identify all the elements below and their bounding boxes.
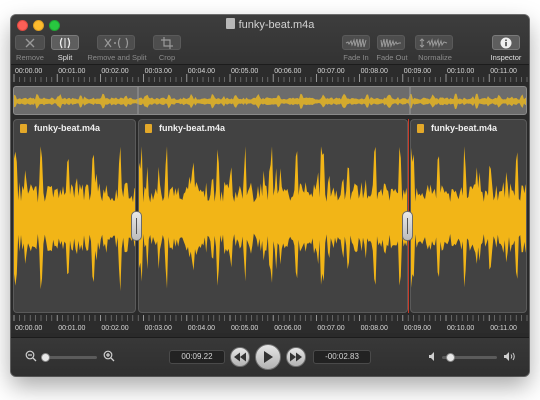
overview-strip[interactable] — [13, 86, 527, 115]
fade-out-icon — [380, 38, 401, 48]
ruler-ticks: 00:00.00 00:01.00 00:02.00 00:03.00 00:04.00… — [13, 315, 528, 332]
remove-and-split-button[interactable] — [97, 35, 135, 50]
zoom-slider-knob[interactable] — [41, 353, 50, 362]
rewind-icon — [234, 352, 246, 362]
ruler-tick-label: 00:00.00 — [15, 325, 42, 332]
rewind-button[interactable] — [230, 347, 250, 367]
normalize-label: Normalize — [418, 53, 452, 62]
clip-waveform — [411, 146, 526, 288]
audio-file-icon — [145, 124, 152, 133]
ruler-tick-label: 00:08.00 — [361, 325, 388, 332]
ruler-tick-label: 00:03.00 — [145, 325, 172, 332]
play-icon — [264, 351, 273, 363]
inspector-button[interactable] — [492, 35, 520, 50]
time-ruler-bottom: 00:00.00 00:01.00 00:02.00 00:03.00 00:04.00… — [11, 315, 529, 333]
window-title: funky-beat.m4a — [238, 19, 315, 31]
ruler-tick-label: 00:07.00 — [317, 325, 344, 332]
clip-waveform — [14, 146, 135, 292]
remaining-time-display: -00:02.83 — [313, 350, 371, 364]
clip-2[interactable]: funky-beat.m4a — [138, 119, 408, 313]
timeline: funky-beat.m4a funky-beat.m4a funky-beat… — [11, 119, 529, 313]
ruler-tick-label: 00:06.00 — [274, 325, 301, 332]
fade-out-label: Fade Out — [376, 53, 408, 62]
current-time-display: 00:09.22 — [169, 350, 225, 364]
split-label: Split — [57, 53, 73, 62]
waveform-shape — [139, 146, 407, 289]
remove-label: Remove — [16, 53, 44, 62]
fast-forward-icon — [290, 352, 302, 362]
fade-in-label: Fade In — [343, 53, 369, 62]
split-button[interactable] — [51, 35, 79, 50]
normalize-button[interactable] — [415, 35, 453, 50]
fast-forward-button[interactable] — [286, 347, 306, 367]
overview-waveform — [14, 87, 526, 114]
clip-header: funky-beat.m4a — [14, 120, 135, 136]
remove-icon — [25, 38, 35, 48]
split-icon — [59, 37, 71, 49]
inspector-label: Inspector — [490, 53, 522, 62]
ruler-tick-label: 00:04.00 — [188, 68, 215, 75]
normalize-icon — [419, 38, 448, 48]
ruler-tick-label: 00:03.00 — [145, 68, 172, 75]
ruler-ticks: 00:00.00 00:01.00 00:02.00 00:03.00 00:04.00… — [13, 68, 528, 82]
clip-header: funky-beat.m4a — [411, 120, 526, 136]
title-toolbar: funky-beat.m4a Remove Split Remove and S… — [11, 15, 529, 65]
ruler-tick-label: 00:11.00 — [490, 68, 517, 75]
remove-and-split-label: Remove and Split — [87, 53, 147, 62]
remove-and-split-icon — [104, 37, 129, 49]
split-handle[interactable] — [131, 211, 142, 241]
clip-title: funky-beat.m4a — [34, 123, 101, 133]
waveform-shape — [411, 146, 526, 288]
ruler-tick-label: 00:05.00 — [231, 68, 258, 75]
transport-bar: 00:09.22 -00:02.83 — [11, 337, 529, 376]
audio-file-icon — [417, 124, 424, 133]
split-handle[interactable] — [402, 211, 413, 241]
zoom-out-icon[interactable] — [25, 350, 37, 362]
ruler-tick-label: 00:02.00 — [101, 68, 128, 75]
clip-1[interactable]: funky-beat.m4a — [13, 119, 136, 313]
volume-high-icon — [504, 352, 515, 361]
ruler-tick-label: 00:00.00 — [15, 68, 42, 75]
zoom-in-icon[interactable] — [103, 350, 115, 362]
ruler-tick-label: 00:10.00 — [447, 325, 474, 332]
crop-label: Crop — [158, 53, 176, 62]
clip-waveform — [139, 146, 407, 289]
ruler-tick-label: 00:07.00 — [317, 68, 344, 75]
fade-in-icon — [345, 38, 367, 48]
waveform-shape — [14, 146, 135, 292]
ruler-tick-label: 00:01.00 — [58, 325, 85, 332]
ruler-tick-label: 00:04.00 — [188, 325, 215, 332]
ruler-tick-label: 00:06.00 — [274, 68, 301, 75]
ruler-tick-label: 00:09.00 — [404, 325, 431, 332]
play-button[interactable] — [255, 344, 281, 370]
time-ruler-top: 00:00.00 00:01.00 00:02.00 00:03.00 00:04.00… — [11, 65, 529, 82]
clip-header: funky-beat.m4a — [139, 120, 407, 136]
ruler-tick-label: 00:02.00 — [101, 325, 128, 332]
ruler-tick-label: 00:01.00 — [58, 68, 85, 75]
volume-slider-knob[interactable] — [445, 353, 455, 362]
ruler-tick-label: 00:10.00 — [447, 68, 474, 75]
info-icon — [500, 37, 512, 49]
crop-button[interactable] — [153, 35, 181, 50]
window-title-area: funky-beat.m4a — [11, 18, 529, 31]
clip-title: funky-beat.m4a — [159, 123, 226, 133]
quicktime-trim-window: funky-beat.m4a Remove Split Remove and S… — [11, 15, 529, 376]
ruler-tick-label: 00:11.00 — [490, 325, 517, 332]
fade-in-button[interactable] — [342, 35, 370, 50]
ruler-tick-label: 00:09.00 — [404, 68, 431, 75]
volume-low-icon — [429, 352, 434, 361]
document-icon — [225, 18, 235, 29]
ruler-tick-label: 00:05.00 — [231, 325, 258, 332]
ruler-tick-label: 00:08.00 — [361, 68, 388, 75]
crop-icon — [161, 37, 173, 49]
fade-out-button[interactable] — [377, 35, 405, 50]
audio-file-icon — [20, 124, 27, 133]
clip-title: funky-beat.m4a — [431, 123, 498, 133]
remove-button[interactable] — [15, 35, 45, 50]
overview-waveform-shape — [14, 93, 526, 110]
zoom-slider-track[interactable] — [43, 356, 97, 359]
clip-3[interactable]: funky-beat.m4a — [410, 119, 527, 313]
